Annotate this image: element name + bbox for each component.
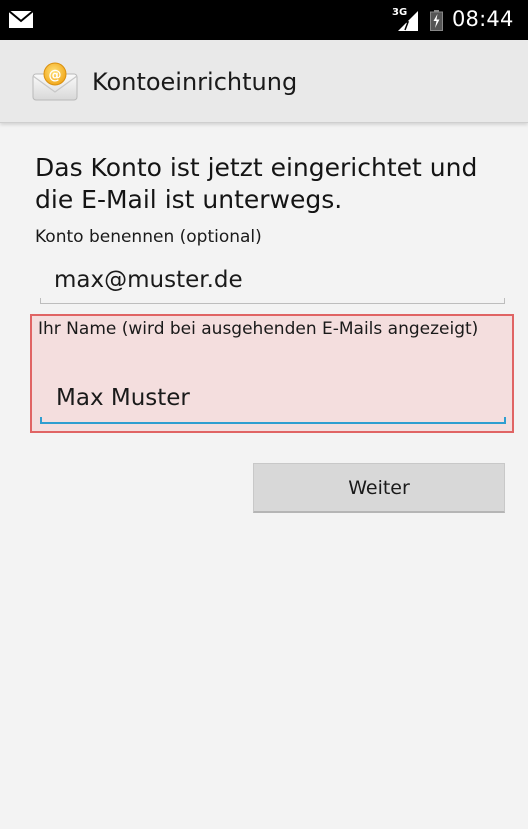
your-name-highlight: Ihr Name (wird bei ausgehenden E-Mails a…	[30, 314, 514, 433]
your-name-underline-tick-right	[504, 417, 506, 424]
your-name-field[interactable]: Max Muster	[40, 376, 506, 424]
email-envelope-icon[interactable]: @	[30, 62, 80, 102]
account-name-value: max@muster.de	[54, 267, 243, 293]
your-name-underline	[40, 422, 506, 424]
your-name-underline-tick-left	[40, 417, 42, 424]
clock: 08:44	[452, 7, 514, 31]
account-name-underline	[40, 303, 505, 304]
account-name-underline-tick-left	[40, 298, 41, 304]
next-button[interactable]: Weiter	[253, 463, 505, 513]
email-setup-screen: 3G 08:44 @ Kontoeinrichtung Das Konto is…	[0, 0, 528, 829]
battery-charging-icon	[430, 10, 443, 31]
mail-icon	[8, 10, 34, 28]
svg-text:@: @	[49, 68, 62, 83]
account-name-label: Konto benennen (optional)	[35, 227, 262, 247]
account-name-field[interactable]: max@muster.de	[40, 258, 505, 304]
action-bar: @ Kontoeinrichtung	[0, 40, 528, 123]
account-name-underline-tick-right	[504, 298, 505, 304]
page-title: Kontoeinrichtung	[92, 68, 298, 96]
signal-strength-icon	[398, 11, 418, 31]
status-bar: 3G 08:44	[0, 0, 528, 40]
your-name-value: Max Muster	[56, 385, 190, 411]
setup-complete-message: Das Konto ist jetzt eingerichtet und die…	[35, 153, 478, 214]
your-name-label: Ihr Name (wird bei ausgehenden E-Mails a…	[38, 319, 479, 339]
